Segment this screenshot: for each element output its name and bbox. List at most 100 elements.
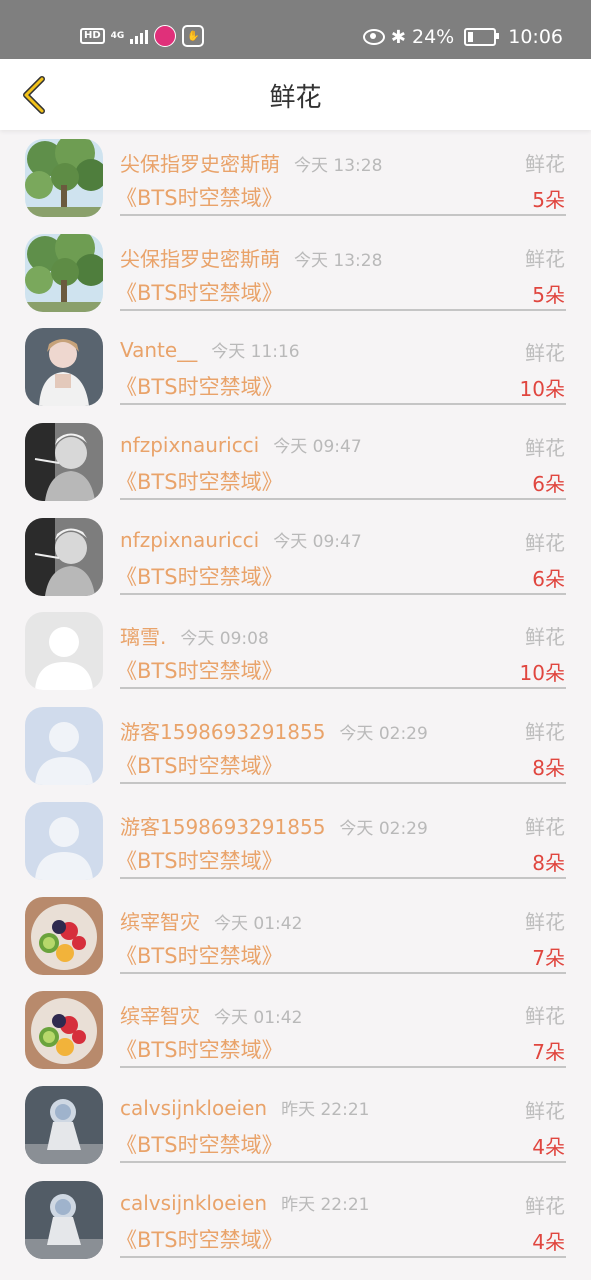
user-name[interactable]: 尖保指罗史密斯萌: [120, 247, 280, 271]
user-name-line: calvsijnkloeien 昨天 22:21: [120, 1190, 369, 1215]
gift-count: 7朵: [532, 1040, 565, 1065]
gift-type: 鲜花: [525, 1098, 565, 1123]
book-title[interactable]: 《BTS时空禁域》: [116, 1034, 283, 1064]
book-title[interactable]: 《BTS时空禁域》: [116, 371, 283, 401]
battery-level: [468, 32, 474, 42]
list-item[interactable]: nfzpixnauricci 今天 09:47 鲜花 《BTS时空禁域》 6朵: [0, 414, 591, 509]
gift-count: 8朵: [532, 850, 565, 875]
list-item[interactable]: 游客1598693291855 今天 02:29 鲜花 《BTS时空禁域》 8朵: [0, 698, 591, 793]
avatar[interactable]: [25, 423, 103, 502]
book-title[interactable]: 《BTS时空禁域》: [116, 845, 283, 875]
book-title[interactable]: 《BTS时空禁域》: [116, 277, 283, 307]
gift-type: 鲜花: [525, 341, 565, 366]
battery-icon: [464, 28, 500, 46]
user-name[interactable]: calvsijnkloeien: [120, 1096, 267, 1120]
book-title[interactable]: 《BTS时空禁域》: [116, 1129, 283, 1159]
list-item[interactable]: 璃雪. 今天 09:08 鲜花 《BTS时空禁域》 10朵: [0, 603, 591, 698]
gift-count: 5朵: [532, 282, 565, 307]
timestamp: 昨天 22:21: [281, 1194, 370, 1215]
book-title[interactable]: 《BTS时空禁域》: [116, 655, 283, 685]
list-item[interactable]: 游客1598693291855 今天 02:29 鲜花 《BTS时空禁域》 8朵: [0, 793, 591, 888]
header: 鲜花: [0, 59, 591, 130]
timestamp: 今天 09:47: [273, 531, 362, 552]
avatar[interactable]: [25, 707, 103, 786]
user-name-line: calvsijnkloeien 昨天 22:21: [120, 1095, 369, 1120]
book-title[interactable]: 《BTS时空禁域》: [116, 940, 283, 970]
avatar[interactable]: [25, 896, 103, 975]
hand-notification-icon: ✋: [182, 25, 205, 47]
user-name-line: nfzpixnauricci 今天 09:47: [120, 527, 362, 552]
user-name-line: 缤宰智灾 今天 01:42: [120, 906, 302, 935]
app-notification-icon: [154, 25, 177, 47]
gift-count: 4朵: [532, 1134, 565, 1159]
signal-icon: [130, 28, 149, 44]
book-title[interactable]: 《BTS时空禁域》: [116, 1224, 283, 1254]
timestamp: 今天 01:42: [214, 1008, 303, 1029]
row-divider: [120, 498, 566, 501]
gift-count: 6朵: [532, 566, 565, 591]
timestamp: 今天 09:08: [180, 629, 269, 650]
list-item[interactable]: Vante__ 今天 11:16 鲜花《BTS时空禁域》 10朵: [0, 319, 591, 414]
user-name[interactable]: calvsijnkloeien: [120, 1191, 267, 1215]
avatar[interactable]: [25, 612, 103, 691]
row-divider: [120, 687, 566, 690]
user-name-line: 游客1598693291855 今天 02:29: [120, 716, 428, 745]
status-bar: HD 4G ✋ ✱ 24% 10:06: [0, 0, 591, 59]
user-name-line: 璃雪. 今天 09:08: [120, 621, 269, 650]
user-name-line: Vante__ 今天 11:16: [120, 337, 300, 362]
gift-count: 5朵: [532, 188, 565, 212]
user-name[interactable]: 尖保指罗史密斯萌: [120, 152, 280, 176]
user-name-line: 游客1598693291855 今天 02:29: [120, 811, 428, 840]
avatar[interactable]: [25, 991, 103, 1070]
bluetooth-icon: ✱: [390, 26, 406, 48]
avatar[interactable]: [25, 328, 103, 407]
timestamp: 今天 13:28: [294, 250, 383, 271]
list-item[interactable]: 尖保指罗史密斯萌 今天 13:28 鲜花 《BTS时空禁域》 5朵: [0, 225, 591, 320]
gift-count: 6朵: [532, 472, 565, 497]
timestamp: 今天 09:47: [273, 437, 362, 458]
list-item[interactable]: nfzpixnauricci 今天 09:47 鲜花《BTS时空禁域》 6朵: [0, 509, 591, 604]
list-item[interactable]: 缤宰智灾 今天 01:42 鲜花 《BTS时空禁域》 7朵: [0, 888, 591, 983]
avatar[interactable]: [25, 233, 103, 312]
timestamp: 今天 11:16: [211, 342, 300, 363]
avatar[interactable]: [25, 1180, 103, 1259]
avatar[interactable]: [25, 801, 103, 880]
user-name[interactable]: 璃雪.: [120, 625, 166, 649]
network-type: 4G: [110, 30, 125, 41]
user-name[interactable]: Vante__: [120, 338, 197, 362]
gift-type: 鲜花: [525, 625, 565, 650]
timestamp: 今天 02:29: [339, 724, 428, 745]
row-divider: [120, 876, 566, 879]
avatar[interactable]: [25, 139, 103, 217]
gift-type: 鲜花: [525, 530, 565, 555]
user-name[interactable]: 游客1598693291855: [120, 815, 325, 839]
user-name[interactable]: nfzpixnauricci: [120, 528, 259, 552]
user-name[interactable]: 游客1598693291855: [120, 720, 325, 744]
list-item[interactable]: 缤宰智灾 今天 01:42 鲜花 《BTS时空禁域》 7朵: [0, 982, 591, 1077]
row-divider: [120, 308, 566, 311]
list-item[interactable]: calvsijnkloeien 昨天 22:21 鲜花 《BTS时空禁域》 4朵: [0, 1172, 591, 1267]
avatar[interactable]: [25, 517, 103, 596]
user-name[interactable]: 缤宰智灾: [120, 910, 200, 934]
row-divider: [120, 971, 566, 974]
book-title[interactable]: 《BTS时空禁域》: [116, 182, 283, 212]
page-title: 鲜花: [269, 83, 322, 113]
timestamp: 昨天 22:21: [281, 1099, 370, 1120]
row-divider: [120, 1066, 566, 1069]
list-item[interactable]: 尖保指罗史密斯萌 今天 13:28 鲜花 《BTS时空禁域》 5朵: [0, 130, 591, 225]
user-name-line: nfzpixnauricci 今天 09:47: [120, 432, 362, 457]
gift-type: 鲜花: [525, 1193, 565, 1218]
book-title[interactable]: 《BTS时空禁域》: [116, 466, 283, 496]
avatar[interactable]: [25, 1085, 103, 1164]
hd-icon: HD: [80, 28, 105, 44]
book-title[interactable]: 《BTS时空禁域》: [116, 561, 283, 591]
row-divider: [120, 1160, 566, 1163]
user-name[interactable]: nfzpixnauricci: [120, 433, 259, 457]
gift-count: 10朵: [519, 377, 565, 402]
user-name-line: 尖保指罗史密斯萌 今天 13:28: [120, 148, 382, 177]
book-title[interactable]: 《BTS时空禁域》: [116, 750, 283, 780]
list-item[interactable]: calvsijnkloeien 昨天 22:21 鲜花《BTS时空禁域》 4朵: [0, 1077, 591, 1172]
gift-count: 8朵: [532, 756, 565, 781]
user-name[interactable]: 缤宰智灾: [120, 1004, 200, 1028]
gift-type: 鲜花: [525, 909, 565, 934]
